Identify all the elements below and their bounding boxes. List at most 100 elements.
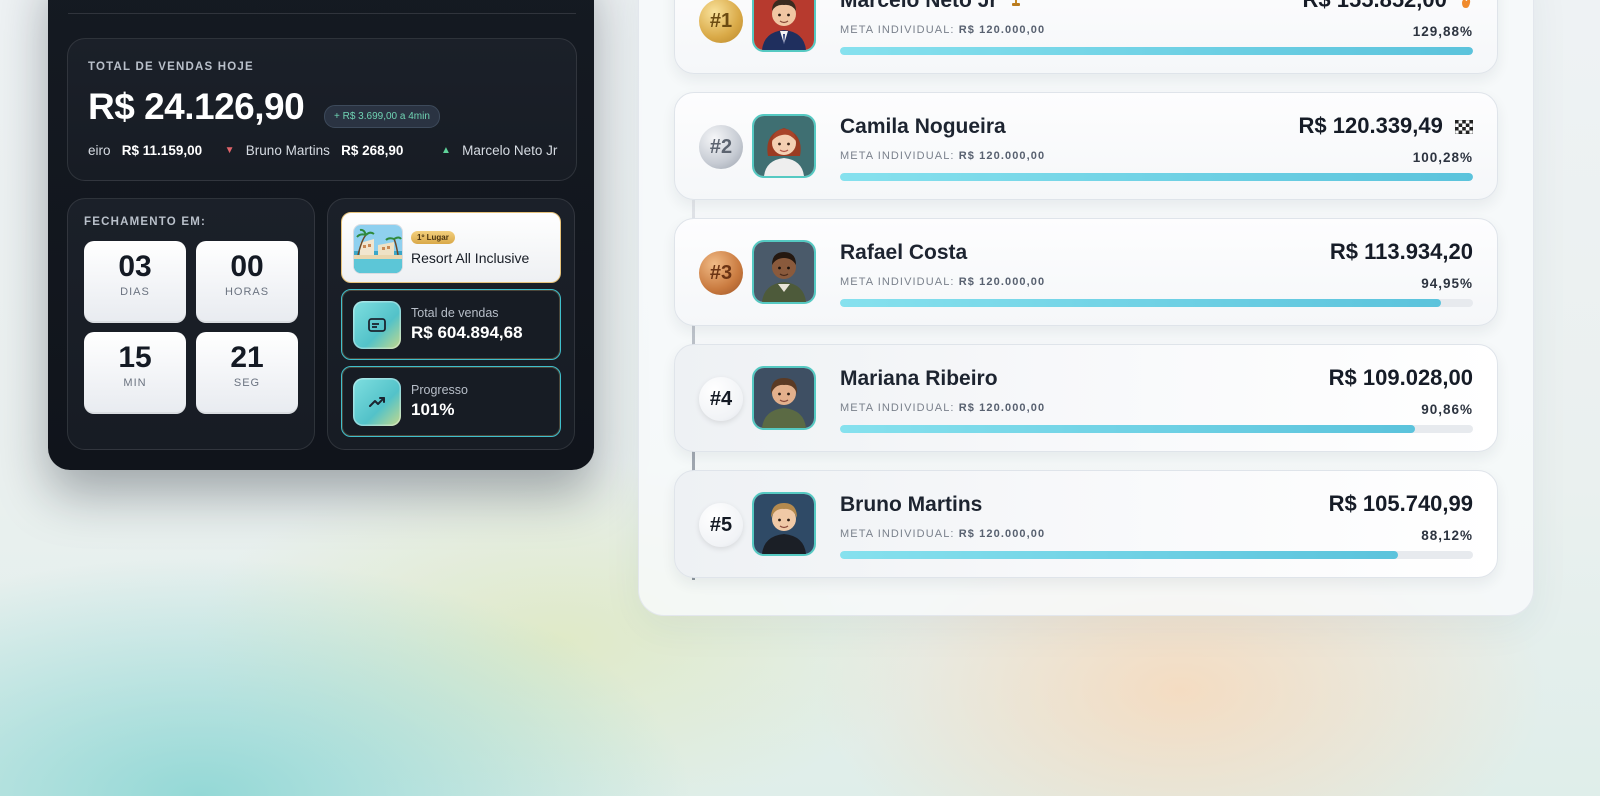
countdown-days-value: 03 [118, 250, 152, 283]
rank-value-text: R$ 155.852,00 [1303, 0, 1447, 12]
rank-name: Camila Nogueira [840, 115, 1006, 138]
trend-up-icon: ▲ [440, 144, 451, 156]
countdown-label: FECHAMENTO EM: [84, 216, 207, 228]
goal-progress-bar [840, 551, 1473, 559]
goal-value: R$ 120.000,00 [958, 528, 1046, 540]
rank-percent: 94,95% [1421, 276, 1473, 291]
countdown-minutes: 15 MIN [84, 332, 186, 414]
info-card: 1º Lugar Resort All Inclusive Total de v… [327, 198, 575, 450]
goal-text: META INDIVIDUAL: R$ 120.000,00 [840, 24, 1045, 36]
goal-label: META INDIVIDUAL: [840, 150, 955, 162]
countdown-hours: 00 HORAS [196, 241, 298, 323]
sales-today-card: TOTAL DE VENDAS HOJE R$ 24.126,90 + R$ 3… [67, 38, 577, 181]
rank-value: R$ 120.339,49 [1299, 113, 1473, 139]
rank-value: R$ 155.852,00 [1303, 0, 1473, 13]
goal-text: META INDIVIDUAL: R$ 120.000,00 [840, 528, 1045, 540]
sales-today-value: R$ 24.126,90 [88, 86, 305, 127]
total-sales-label: Total de vendas [411, 306, 499, 320]
goal-text: META INDIVIDUAL: R$ 120.000,00 [840, 276, 1045, 288]
countdown-minutes-unit: MIN [123, 377, 147, 389]
progress-value: 101% [411, 400, 455, 419]
goal-text: META INDIVIDUAL: R$ 120.000,00 [840, 150, 1045, 162]
resort-image [353, 224, 403, 274]
total-sales-tile: Total de vendas R$ 604.894,68 [341, 289, 561, 360]
goal-progress-bar [840, 47, 1473, 55]
avatar [752, 0, 816, 52]
sales-today-label: TOTAL DE VENDAS HOJE [88, 61, 254, 73]
goal-value: R$ 120.000,00 [958, 24, 1046, 36]
avatar [752, 240, 816, 304]
goal-progress-bar [840, 173, 1473, 181]
goal-progress-fill [840, 551, 1398, 559]
countdown-minutes-value: 15 [118, 341, 152, 374]
progress-tile: Progresso 101% [341, 366, 561, 437]
rank-name: Mariana Ribeiro [840, 367, 998, 390]
goal-progress-bar [840, 299, 1473, 307]
sales-ticker: eiro R$ 11.159,00 ▼ Bruno Martins R$ 268… [88, 142, 566, 160]
rank-value: R$ 105.740,99 [1328, 491, 1473, 516]
rank-medal: #3 [699, 251, 743, 295]
dashboard-panel: TOTAL DE VENDAS HOJE R$ 24.126,90 + R$ 3… [48, 0, 594, 470]
countdown-hours-unit: HORAS [224, 286, 270, 298]
rank-percent: 88,12% [1421, 528, 1473, 543]
goal-value: R$ 120.000,00 [958, 402, 1046, 414]
progress-label: Progresso [411, 383, 468, 397]
checkered-flag-icon [1455, 120, 1473, 135]
goal-progress-fill [840, 299, 1442, 307]
ranking-card[interactable]: #1 Marcelo Neto Jr META INDIVIDUAL: R$ 1… [674, 0, 1498, 74]
ticker-name: Bruno Martins [245, 142, 330, 158]
ranking-card[interactable]: #3 Rafael Costa META INDIVIDUAL: R$ 120.… [674, 218, 1498, 326]
goal-value: R$ 120.000,00 [958, 150, 1046, 162]
ticker-amount: R$ 268,90 [341, 142, 404, 158]
rank-percent: 129,88% [1412, 24, 1473, 39]
trend-down-icon: ▼ [224, 144, 235, 156]
rank-value: R$ 109.028,00 [1328, 365, 1473, 390]
rank-medal: #4 [699, 377, 743, 421]
rank-value-text: R$ 120.339,49 [1298, 113, 1443, 138]
rank-percent: 90,86% [1421, 402, 1473, 417]
goal-progress-fill [840, 47, 1473, 55]
avatar [752, 492, 816, 556]
goal-progress-bar [840, 425, 1473, 433]
rank-medal: #5 [699, 503, 743, 547]
ticker-amount: R$ 11.159,00 [121, 142, 203, 158]
wallet-icon [353, 301, 401, 349]
sales-delta-badge: + R$ 3.699,00 a 4min [324, 105, 440, 128]
rank-name-text: Marcelo Neto Jr [840, 0, 998, 12]
fire-icon [1462, 0, 1471, 9]
avatar [752, 366, 816, 430]
countdown-card: FECHAMENTO EM: 03 DIAS 00 HORAS 15 MIN 2… [67, 198, 315, 450]
ranking-card[interactable]: #4 Mariana Ribeiro META INDIVIDUAL: R$ 1… [674, 344, 1498, 452]
goal-label: META INDIVIDUAL: [840, 24, 955, 36]
trophy-icon [1012, 0, 1021, 6]
countdown-seconds-unit: SEG [233, 377, 261, 389]
trending-up-icon [353, 378, 401, 426]
rank-percent: 100,28% [1412, 150, 1473, 165]
rank-medal: #2 [699, 125, 743, 169]
countdown-seconds: 21 SEG [196, 332, 298, 414]
rank-medal: #1 [699, 0, 743, 43]
first-place-badge: 1º Lugar [411, 231, 455, 244]
goal-progress-fill [840, 173, 1473, 181]
goal-value: R$ 120.000,00 [958, 276, 1046, 288]
ticker-name: eiro [88, 142, 111, 158]
goal-label: META INDIVIDUAL: [840, 402, 955, 414]
countdown-seconds-value: 21 [230, 341, 264, 374]
rank-value: R$ 113.934,20 [1329, 239, 1473, 264]
rank-name: Rafael Costa [840, 241, 968, 264]
rank-name: Bruno Martins [840, 493, 983, 516]
ticker-name: Marcelo Neto Jr [462, 142, 558, 158]
goal-label: META INDIVIDUAL: [840, 528, 955, 540]
goal-label: META INDIVIDUAL: [840, 276, 955, 288]
ranking-card[interactable]: #2 Camila Nogueira META INDIVIDUAL: R$ 1… [674, 92, 1498, 200]
ranking-card[interactable]: #5 Bruno Martins META INDIVIDUAL: R$ 120… [674, 470, 1498, 578]
countdown-days: 03 DIAS [84, 241, 186, 323]
rank-name: Marcelo Neto Jr [840, 0, 1023, 13]
countdown-hours-value: 00 [230, 250, 264, 283]
prize-title: Resort All Inclusive [411, 250, 530, 266]
goal-progress-fill [840, 425, 1416, 433]
total-sales-value: R$ 604.894,68 [411, 323, 523, 342]
prize-tile[interactable]: 1º Lugar Resort All Inclusive [341, 212, 561, 283]
avatar [752, 114, 816, 178]
countdown-days-unit: DIAS [120, 286, 150, 298]
